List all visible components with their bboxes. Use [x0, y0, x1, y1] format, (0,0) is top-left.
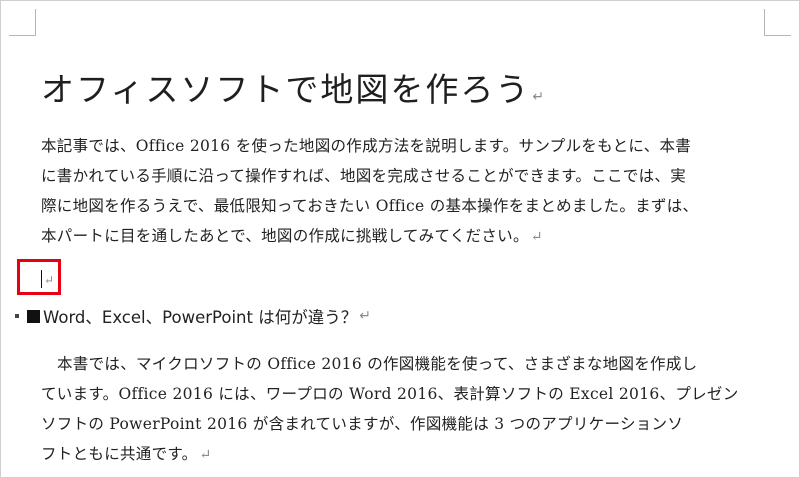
section-heading[interactable]: Word、Excel、PowerPoint は何が違う？ ↵ [15, 304, 371, 328]
document-page[interactable]: オフィスソフトで地図を作ろう ↵ 本記事では、Office 2016 を使った地図… [0, 0, 800, 478]
intro-line-2: に書かれている手順に沿って操作すれば、地図を完成させることができます。ここでは、… [41, 167, 687, 185]
intro-line-3: 際に地図を作るうえで、最低限知っておきたい Office の基本操作をまとめまし… [41, 197, 699, 215]
body-line-4-text: フトともに共通です。 [41, 445, 198, 463]
body-line-4: フトともに共通です。 ↵ [41, 439, 761, 470]
document-title[interactable]: オフィスソフトで地図を作ろう ↵ [41, 63, 546, 111]
cursor-highlight-box: ↵ [17, 259, 61, 295]
intro-paragraph[interactable]: 本記事では、Office 2016 を使った地図の作成方法を説明します。サンプル… [41, 131, 761, 252]
heading-text: Word、Excel、PowerPoint は何が違う？ [43, 308, 358, 327]
body-line-3: ソフトの PowerPoint 2016 が含まれていますが、作図機能は 3 つ… [41, 415, 684, 433]
intro-line-1: 本記事では、Office 2016 を使った地図の作成方法を説明します。サンプル… [41, 137, 692, 155]
body-line-1: 本書では、マイクロソフトの Office 2016 の作図機能を使って、さまざま… [57, 355, 698, 373]
paragraph-mark-icon: ↵ [199, 447, 212, 463]
body-line-2: ています。Office 2016 には、ワープロの Word 2016、表計算ソ… [41, 385, 739, 403]
intro-line-4: 本パートに目を通したあとで、地図の作成に挑戦してみてください。 ↵ [41, 221, 761, 252]
top-left-margin-mark [9, 9, 36, 36]
black-square-icon [27, 309, 40, 323]
top-right-margin-mark [764, 9, 791, 36]
text-cursor [41, 270, 42, 288]
intro-line-4-text: 本パートに目を通したあとで、地図の作成に挑戦してみてください。 [41, 227, 529, 245]
paragraph-mark-icon: ↵ [530, 229, 543, 245]
paragraph-mark-icon: ↵ [44, 273, 55, 287]
title-text: オフィスソフトで地図を作ろう [41, 70, 531, 109]
body-paragraph[interactable]: 本書では、マイクロソフトの Office 2016 の作図機能を使って、さまざま… [41, 349, 761, 470]
paragraph-mark-icon: ↵ [532, 89, 547, 105]
list-bullet-icon [15, 314, 19, 318]
paragraph-mark-icon: ↵ [359, 308, 371, 324]
